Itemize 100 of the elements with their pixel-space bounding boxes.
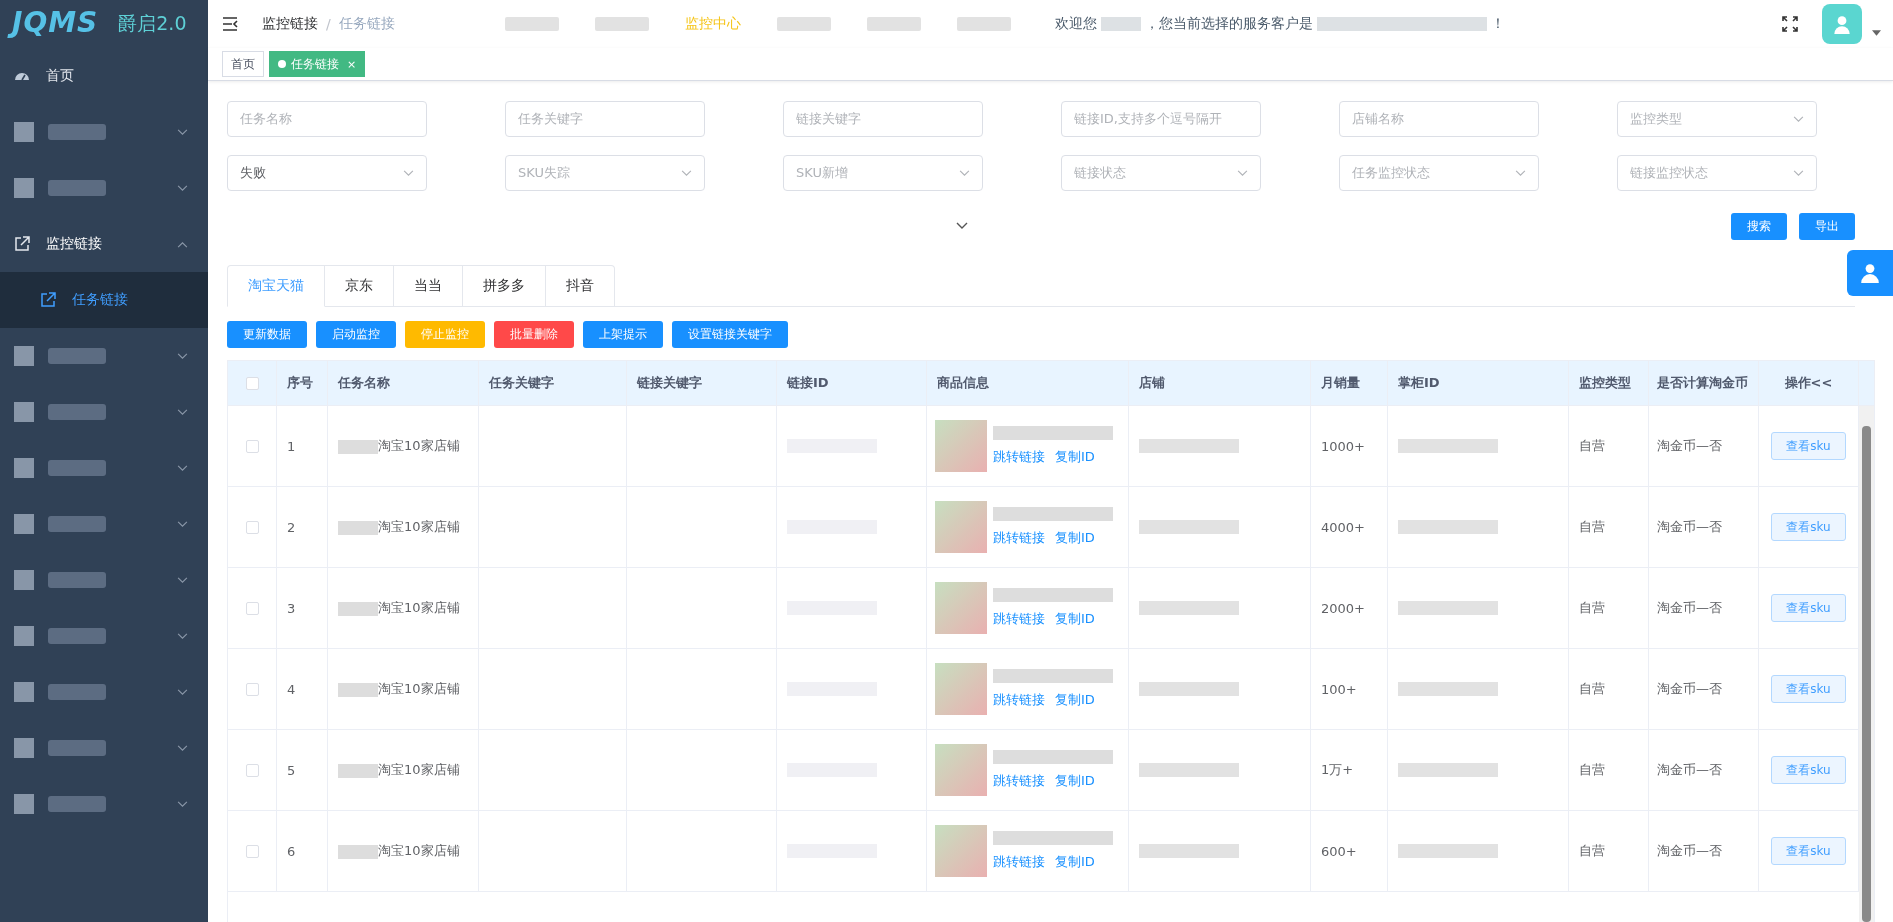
column-header: 任务名称 [328, 361, 479, 405]
obscured-text [338, 763, 378, 778]
action-button[interactable]: 停止监控 [405, 321, 485, 348]
table-cell: 2 [277, 487, 328, 567]
chevron-icon [403, 169, 414, 177]
column-header: 监控类型 [1569, 361, 1649, 405]
filter-field[interactable]: 监控类型 [1617, 101, 1817, 137]
table-cell: 1000+ [1311, 406, 1388, 486]
platform-tab[interactable]: 抖音 [546, 265, 615, 307]
table-cell: 淘金币—否 [1649, 730, 1759, 810]
action-button[interactable]: 上架提示 [583, 321, 663, 348]
jump-link[interactable]: 跳转链接 [993, 448, 1045, 466]
obscured-text [48, 684, 106, 700]
fullscreen-icon[interactable] [1782, 16, 1798, 32]
jump-link[interactable]: 跳转链接 [993, 772, 1045, 790]
filter-field[interactable]: SKU新增 [783, 155, 983, 191]
caret-icon[interactable] [1872, 30, 1881, 36]
jump-link[interactable]: 跳转链接 [993, 853, 1045, 871]
row-checkbox[interactable] [245, 520, 259, 534]
copy-id-link[interactable]: 复制ID [1055, 529, 1095, 547]
filter-field[interactable]: 链接关键字 [783, 101, 983, 137]
user-float-button[interactable] [1847, 250, 1893, 296]
filter-field[interactable]: 任务监控状态 [1339, 155, 1539, 191]
copy-id-link[interactable]: 复制ID [1055, 691, 1095, 709]
jump-link[interactable]: 跳转链接 [993, 529, 1045, 547]
sidebar-subitem[interactable]: 任务链接 [0, 272, 208, 328]
sidebar-item[interactable]: 监控链接 [0, 216, 208, 272]
obscured-icon [14, 178, 34, 198]
breadcrumb-item: 任务链接 [338, 15, 395, 33]
action-button[interactable]: 启动监控 [316, 321, 396, 348]
table-cell: 自营 [1569, 730, 1649, 810]
obscured-icon [14, 626, 34, 646]
chevron-icon [1237, 169, 1248, 177]
table-cell: 1 [277, 406, 328, 486]
row-checkbox[interactable] [245, 601, 259, 615]
welcome-text: 欢迎您 [1054, 15, 1097, 33]
copy-id-link[interactable]: 复制ID [1055, 853, 1095, 871]
obscured-text [48, 180, 106, 196]
table-cell: 5 [277, 730, 328, 810]
filter-field[interactable]: SKU失踪 [505, 155, 705, 191]
scrollbar[interactable] [1859, 406, 1874, 922]
expand-chevron-icon[interactable] [956, 222, 968, 230]
obscured-text [338, 844, 378, 859]
action-button[interactable]: 设置链接关键字 [672, 321, 788, 348]
task-name: 淘宝10家店铺 [378, 600, 460, 615]
menu-icon[interactable] [222, 17, 238, 31]
action-button[interactable]: 批量删除 [494, 321, 574, 348]
filter-button[interactable]: 导出 [1799, 212, 1855, 240]
platform-tab[interactable]: 当当 [394, 265, 463, 307]
jump-link[interactable]: 跳转链接 [993, 610, 1045, 628]
platform-tab[interactable]: 京东 [325, 265, 394, 307]
copy-id-link[interactable]: 复制ID [1055, 772, 1095, 790]
top-nav-item[interactable]: 监控中心 [684, 15, 741, 33]
row-checkbox[interactable] [245, 844, 259, 858]
tag[interactable]: 首页 [222, 51, 264, 77]
table-cell: 1万+ [1311, 730, 1388, 810]
filter-field[interactable]: 链接监控状态 [1617, 155, 1817, 191]
table-cell: 3 [277, 568, 328, 648]
column-header: 商品信息 [927, 361, 1129, 405]
task-name: 淘宝10家店铺 [378, 438, 460, 453]
view-sku-button[interactable]: 查看sku [1771, 675, 1846, 703]
filter-field[interactable]: 链接状态 [1061, 155, 1261, 191]
view-sku-button[interactable]: 查看sku [1771, 837, 1846, 865]
platform-tab[interactable]: 淘宝天猫 [227, 265, 325, 307]
view-sku-button[interactable]: 查看sku [1771, 594, 1846, 622]
column-header: 是否计算淘金币 [1649, 361, 1759, 405]
obscured-text [1100, 17, 1141, 31]
copy-id-link[interactable]: 复制ID [1055, 610, 1095, 628]
action-button[interactable]: 更新数据 [227, 321, 307, 348]
view-sku-button[interactable]: 查看sku [1771, 513, 1846, 541]
select-all-checkbox[interactable] [245, 376, 259, 390]
platform-tab[interactable]: 拼多多 [463, 265, 546, 307]
table-cell: 自营 [1569, 406, 1649, 486]
table-cell: 4000+ [1311, 487, 1388, 567]
table-cell: 2000+ [1311, 568, 1388, 648]
tag[interactable]: 任务链接 × [269, 51, 366, 77]
table-cell: 淘金币—否 [1649, 568, 1759, 648]
filter-field[interactable]: 任务关键字 [505, 101, 705, 137]
task-name: 淘宝10家店铺 [378, 519, 460, 534]
view-sku-button[interactable]: 查看sku [1771, 432, 1846, 460]
filter-field[interactable]: 任务名称 [227, 101, 427, 137]
column-header: 链接ID [777, 361, 927, 405]
column-header: 任务关键字 [479, 361, 627, 405]
obscured-text [48, 348, 106, 364]
welcome-text: ！ [1490, 15, 1505, 33]
breadcrumb-item[interactable]: 监控链接 [262, 15, 318, 33]
copy-id-link[interactable]: 复制ID [1055, 448, 1095, 466]
filter-field[interactable]: 链接ID,支持多个逗号隔开 [1061, 101, 1261, 137]
filter-field[interactable]: 失败 [227, 155, 427, 191]
chevron-icon [1793, 169, 1804, 177]
photo-placeholder [935, 420, 987, 472]
view-sku-button[interactable]: 查看sku [1771, 756, 1846, 784]
jump-link[interactable]: 跳转链接 [993, 691, 1045, 709]
filter-button[interactable]: 搜索 [1731, 212, 1787, 240]
sidebar-item[interactable]: 首页 [0, 48, 208, 104]
row-checkbox[interactable] [245, 682, 259, 696]
photo-placeholder [935, 501, 987, 553]
row-checkbox[interactable] [245, 439, 259, 453]
filter-field[interactable]: 店铺名称 [1339, 101, 1539, 137]
row-checkbox[interactable] [245, 763, 259, 777]
